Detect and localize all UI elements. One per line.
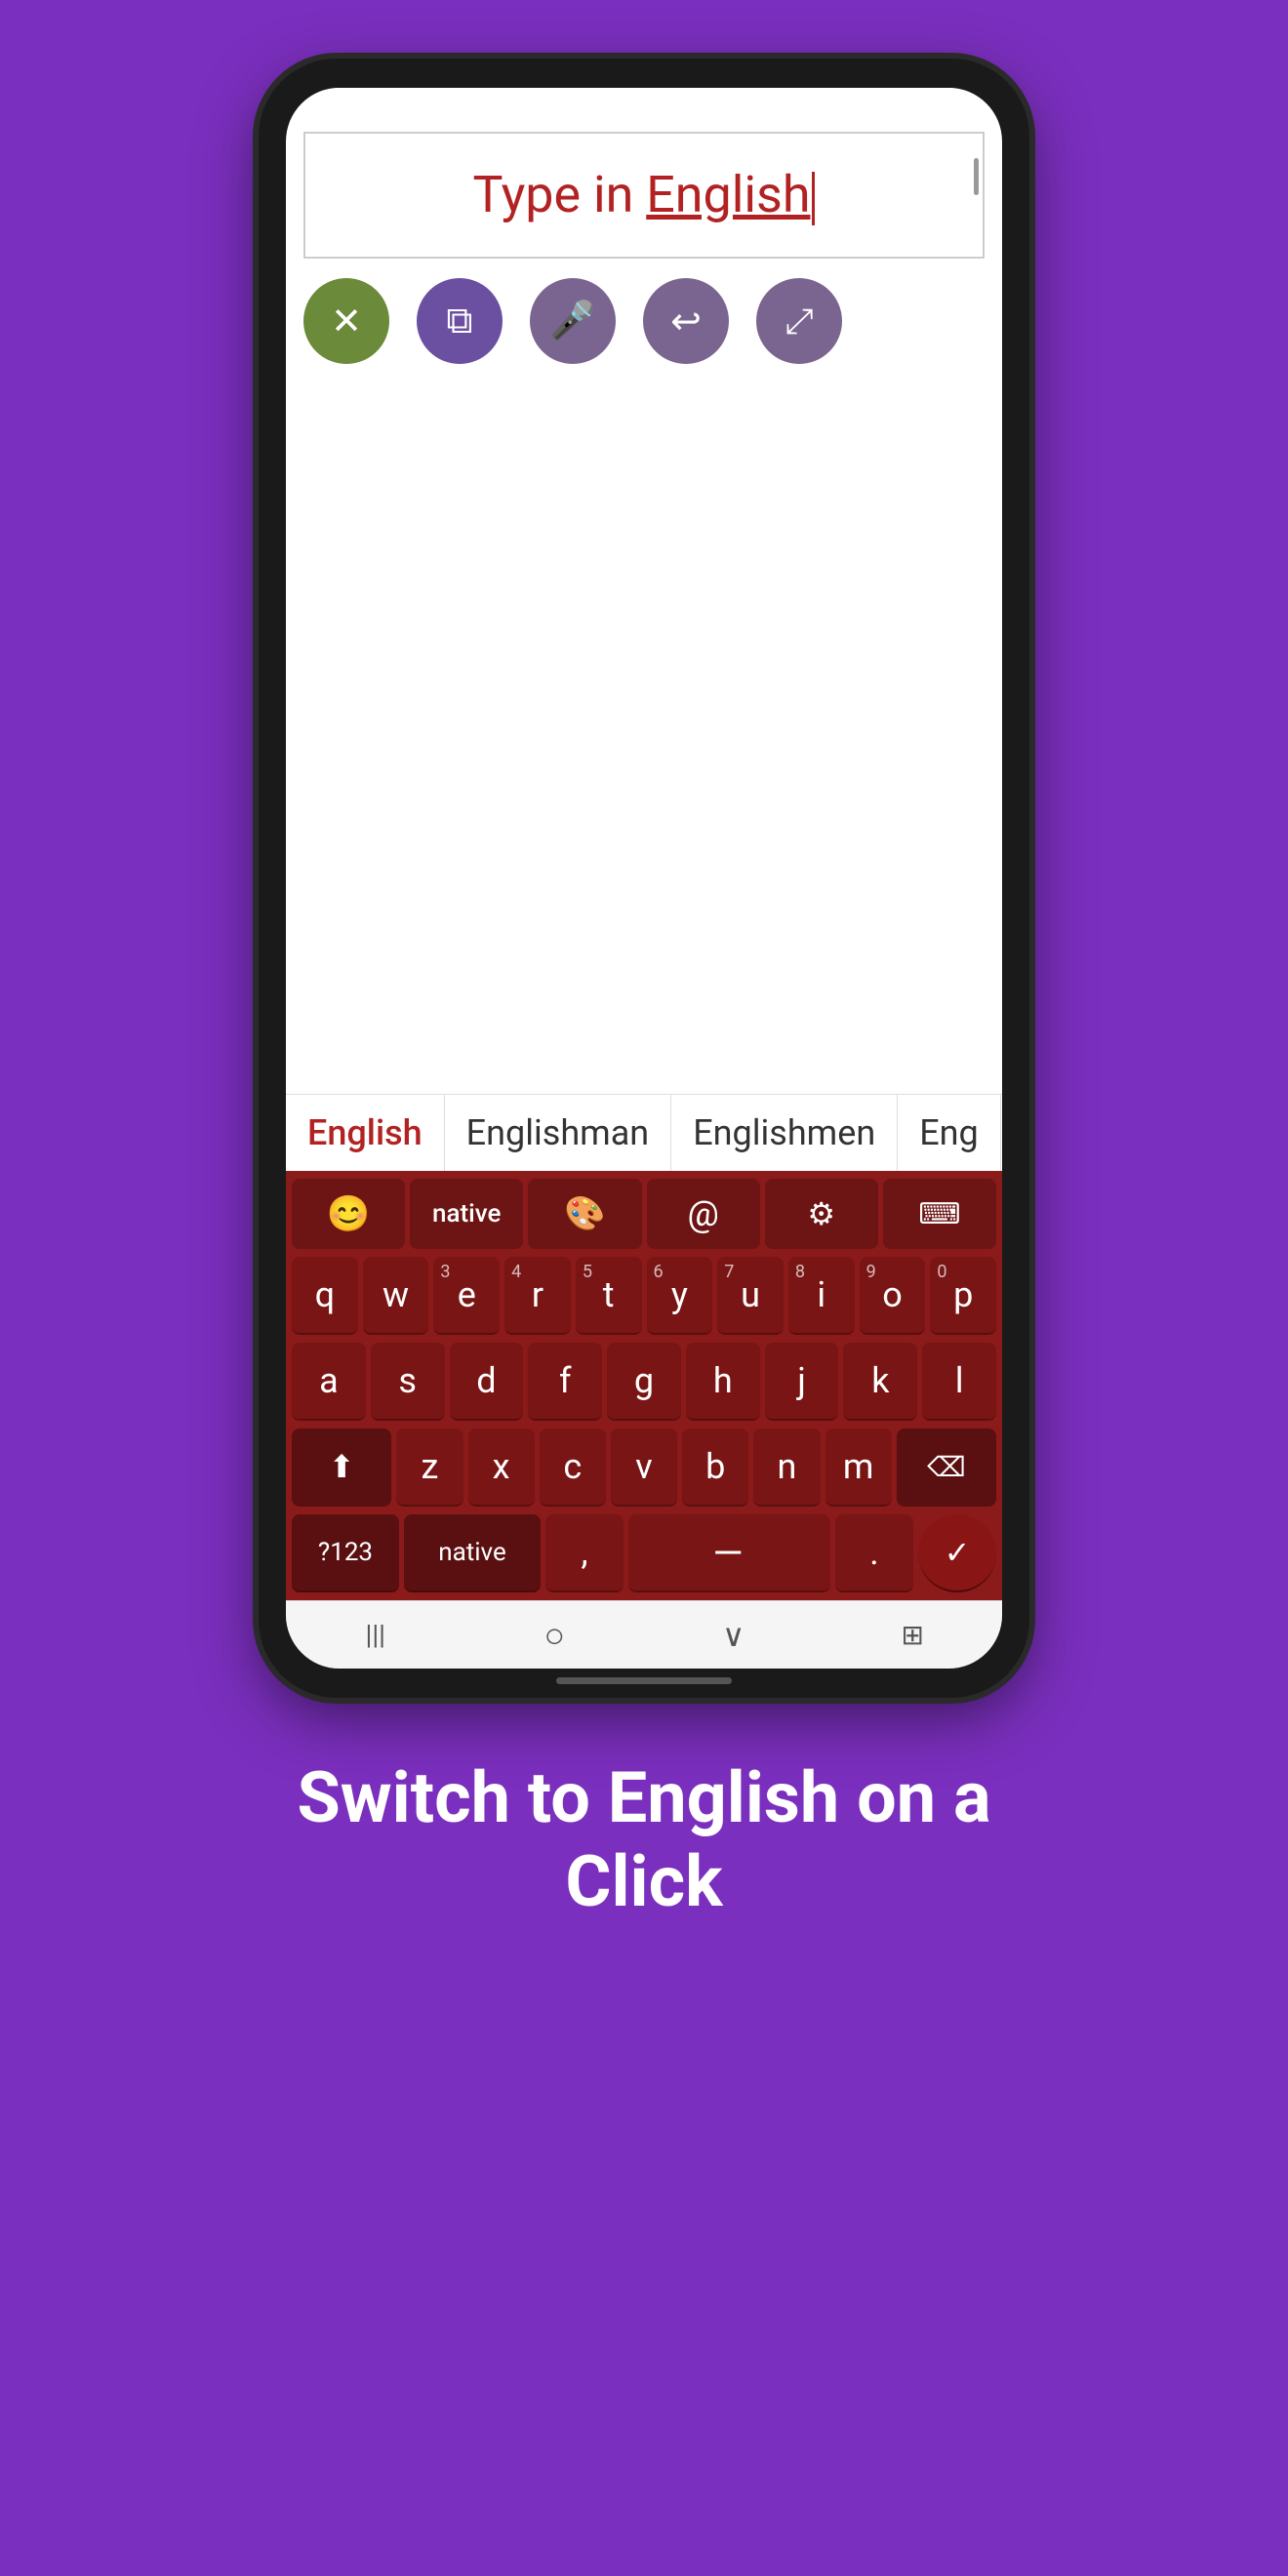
key-c[interactable]: c [540, 1429, 606, 1507]
mic-icon: 🎤 [549, 300, 595, 342]
key-w[interactable]: w [363, 1257, 429, 1335]
nav-bar: ||| ○ ∨ ⊞ [286, 1600, 1002, 1669]
comma-key[interactable]: , [545, 1514, 624, 1592]
mic-button[interactable]: 🎤 [530, 278, 616, 364]
space-key[interactable]: — [628, 1514, 830, 1592]
keyboard-row-2: a s d f g h j k l [286, 1339, 1002, 1425]
phone-frame: Type in English ✕ ⧉ 🎤 ↩ ⤢ [259, 59, 1029, 1698]
share-button[interactable]: ⤢ [756, 278, 842, 364]
key-d[interactable]: d [450, 1343, 524, 1421]
copy-icon: ⧉ [446, 300, 472, 342]
nav-home-button[interactable]: ○ [525, 1606, 584, 1665]
enter-icon: ✓ [945, 1534, 971, 1571]
key-l[interactable]: l [922, 1343, 996, 1421]
suggestion-englishman[interactable]: Englishman [445, 1095, 672, 1171]
text-prefix: Type in [473, 165, 647, 224]
key-b[interactable]: b [682, 1429, 748, 1507]
key-e[interactable]: 3e [433, 1257, 500, 1335]
palette-key[interactable]: 🎨 [528, 1179, 641, 1249]
key-o[interactable]: 9o [860, 1257, 926, 1335]
home-indicator [556, 1677, 732, 1684]
undo-button[interactable]: ↩ [643, 278, 729, 364]
toolbar: ✕ ⧉ 🎤 ↩ ⤢ [286, 259, 1002, 383]
key-a[interactable]: a [292, 1343, 366, 1421]
at-key[interactable]: @ [647, 1179, 760, 1249]
delete-button[interactable]: ✕ [303, 278, 389, 364]
keyboard: 😊 native 🎨 @ ⚙ ⌨ q [286, 1171, 1002, 1669]
grid-icon: ⊞ [902, 1619, 924, 1651]
key-g[interactable]: g [607, 1343, 681, 1421]
text-cursor [812, 172, 815, 225]
text-highlighted: English [646, 165, 810, 224]
key-f[interactable]: f [528, 1343, 602, 1421]
phone-screen: Type in English ✕ ⧉ 🎤 ↩ ⤢ [286, 88, 1002, 1669]
native-bottom-key[interactable]: native [404, 1514, 541, 1592]
key-i[interactable]: 8i [788, 1257, 855, 1335]
undo-icon: ↩ [670, 300, 702, 343]
text-input-area[interactable]: Type in English [303, 132, 985, 259]
numbers-key[interactable]: ?123 [292, 1514, 399, 1592]
nav-grid-button[interactable]: ⊞ [883, 1606, 942, 1665]
keyboard-row-3: ⬆ z x c v b n m ⌫ [286, 1425, 1002, 1510]
share-icon: ⤢ [785, 301, 814, 342]
nav-down-button[interactable]: ∨ [704, 1606, 763, 1665]
key-k[interactable]: k [843, 1343, 917, 1421]
keyboard-row-1: q w 3e 4r 5t 6y 7u 8i 9o 0p [286, 1253, 1002, 1339]
enter-key[interactable]: ✓ [918, 1514, 996, 1592]
key-q[interactable]: q [292, 1257, 358, 1335]
key-t[interactable]: 5t [576, 1257, 642, 1335]
key-m[interactable]: m [825, 1429, 892, 1507]
suggestions-bar: English Englishman Englishmen Eng [286, 1094, 1002, 1171]
delete-icon: ✕ [331, 300, 362, 343]
key-j[interactable]: j [765, 1343, 839, 1421]
key-n[interactable]: n [753, 1429, 820, 1507]
suggestion-english[interactable]: English [286, 1095, 445, 1171]
key-s[interactable]: s [371, 1343, 445, 1421]
key-z[interactable]: z [396, 1429, 463, 1507]
backspace-icon: ⌫ [927, 1451, 966, 1483]
key-u[interactable]: 7u [717, 1257, 784, 1335]
nav-back-button[interactable]: ||| [346, 1606, 405, 1665]
key-h[interactable]: h [686, 1343, 760, 1421]
suggestion-englishmen[interactable]: Englishmen [671, 1095, 898, 1171]
shift-key[interactable]: ⬆ [292, 1429, 391, 1507]
key-v[interactable]: v [611, 1429, 677, 1507]
settings-key[interactable]: ⚙ [765, 1179, 878, 1249]
text-input-content: Type in English [473, 165, 816, 225]
key-p[interactable]: 0p [930, 1257, 996, 1335]
copy-button[interactable]: ⧉ [417, 278, 503, 364]
key-y[interactable]: 6y [647, 1257, 713, 1335]
suggestion-eng[interactable]: Eng [898, 1095, 1001, 1171]
period-key[interactable]: . [835, 1514, 913, 1592]
key-r[interactable]: 4r [504, 1257, 571, 1335]
keyboard-special-row: 😊 native 🎨 @ ⚙ ⌨ [286, 1171, 1002, 1253]
space-icon: — [712, 1530, 745, 1576]
keyboard-hide-key[interactable]: ⌨ [883, 1179, 996, 1249]
status-bar [286, 88, 1002, 122]
emoji-key[interactable]: 😊 [292, 1179, 405, 1249]
bottom-tagline: Switch to English on a Click [199, 1698, 1088, 1925]
keyboard-bottom-row: ?123 native , — . ✓ [286, 1510, 1002, 1600]
backspace-key[interactable]: ⌫ [897, 1429, 996, 1507]
shift-icon: ⬆ [329, 1448, 355, 1485]
key-x[interactable]: x [468, 1429, 535, 1507]
middle-space [286, 383, 1002, 1094]
native-key[interactable]: native [410, 1179, 523, 1249]
